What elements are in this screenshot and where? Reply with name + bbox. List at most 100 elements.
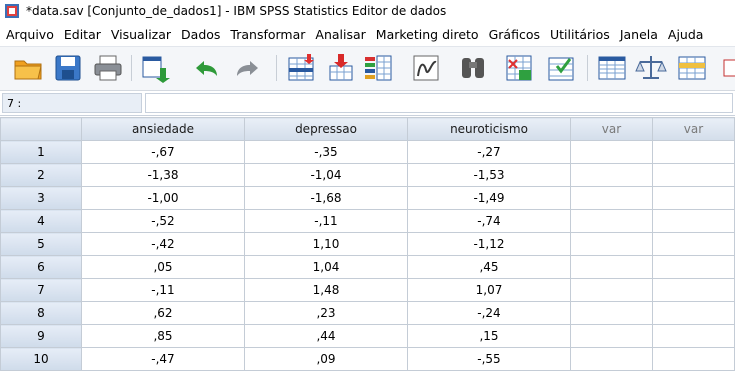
column-header-var[interactable]: var [652, 117, 735, 141]
cell-neuroticismo[interactable]: -1,49 [407, 186, 571, 210]
cell-depressao[interactable]: 1,48 [244, 278, 408, 302]
split-file-icon[interactable] [596, 52, 628, 84]
dialog-recall-icon[interactable] [140, 52, 172, 84]
cell-neuroticismo[interactable]: 1,07 [407, 278, 571, 302]
cell-empty[interactable] [652, 140, 735, 164]
row-header[interactable]: 10 [0, 347, 82, 371]
menu-dados[interactable]: Dados [181, 27, 220, 42]
cell-neuroticismo[interactable]: -,27 [407, 140, 571, 164]
cell-neuroticismo[interactable]: ,45 [407, 255, 571, 279]
column-header-ansiedade[interactable]: ansiedade [81, 117, 245, 141]
cell-empty[interactable] [652, 186, 735, 210]
row-header[interactable]: 5 [0, 232, 82, 256]
cell-empty[interactable] [570, 324, 653, 348]
cell-depressao[interactable]: -1,68 [244, 186, 408, 210]
cell-empty[interactable] [652, 347, 735, 371]
print-icon[interactable] [92, 52, 124, 84]
cell-neuroticismo[interactable]: -,55 [407, 347, 571, 371]
cell-neuroticismo[interactable]: ,15 [407, 324, 571, 348]
cell-empty[interactable] [570, 163, 653, 187]
cell-depressao[interactable]: -1,04 [244, 163, 408, 187]
table-row: 7 -,11 1,48 1,07 [0, 278, 735, 302]
row-header[interactable]: 8 [0, 301, 82, 325]
cell-empty[interactable] [652, 255, 735, 279]
cell-neuroticismo[interactable]: -,74 [407, 209, 571, 233]
column-header-var[interactable]: var [570, 117, 653, 141]
cell-empty[interactable] [570, 140, 653, 164]
cell-ansiedade[interactable]: -,67 [81, 140, 245, 164]
cell-empty[interactable] [570, 301, 653, 325]
row-header[interactable]: 1 [0, 140, 82, 164]
cell-ansiedade[interactable]: -1,00 [81, 186, 245, 210]
cell-neuroticismo[interactable]: -,24 [407, 301, 571, 325]
menu-transformar[interactable]: Transformar [230, 27, 305, 42]
cell-empty[interactable] [570, 186, 653, 210]
cell-ansiedade[interactable]: -,47 [81, 347, 245, 371]
cell-ansiedade[interactable]: ,62 [81, 301, 245, 325]
window-title: *data.sav [Conjunto_de_dados1] - IBM SPS… [26, 4, 447, 18]
insert-cases-icon[interactable] [503, 52, 535, 84]
cell-empty[interactable] [652, 232, 735, 256]
cell-ansiedade[interactable]: ,85 [81, 324, 245, 348]
row-header[interactable]: 4 [0, 209, 82, 233]
cell-depressao[interactable]: ,44 [244, 324, 408, 348]
weight-cases-icon[interactable] [635, 52, 667, 84]
grid-corner[interactable] [0, 117, 82, 141]
find-icon[interactable] [457, 52, 489, 84]
row-header[interactable]: 2 [0, 163, 82, 187]
cell-depressao[interactable]: -,11 [244, 209, 408, 233]
cell-depressao[interactable]: 1,04 [244, 255, 408, 279]
cell-ansiedade[interactable]: -,11 [81, 278, 245, 302]
cell-ansiedade[interactable]: -,42 [81, 232, 245, 256]
save-icon[interactable] [52, 52, 84, 84]
menu-marketing-direto[interactable]: Marketing direto [376, 27, 479, 42]
cell-empty[interactable] [570, 347, 653, 371]
goto-case-icon[interactable] [285, 52, 317, 84]
menu-bar: Arquivo Editar Visualizar Dados Transfor… [0, 24, 735, 44]
cell-depressao[interactable]: ,23 [244, 301, 408, 325]
more-tools-icon[interactable] [720, 52, 735, 84]
cell-empty[interactable] [652, 278, 735, 302]
cell-depressao[interactable]: ,09 [244, 347, 408, 371]
menu-visualizar[interactable]: Visualizar [111, 27, 171, 42]
cell-empty[interactable] [570, 232, 653, 256]
insert-variable-icon[interactable] [545, 52, 577, 84]
row-header[interactable]: 7 [0, 278, 82, 302]
row-header[interactable]: 9 [0, 324, 82, 348]
cell-empty[interactable] [652, 324, 735, 348]
cell-empty[interactable] [652, 301, 735, 325]
menu-graficos[interactable]: Gráficos [489, 27, 540, 42]
menu-janela[interactable]: Janela [620, 27, 658, 42]
row-header[interactable]: 6 [0, 255, 82, 279]
cell-empty[interactable] [570, 209, 653, 233]
cell-ansiedade[interactable]: -1,38 [81, 163, 245, 187]
menu-analisar[interactable]: Analisar [315, 27, 365, 42]
cell-ansiedade[interactable]: -,52 [81, 209, 245, 233]
table-row: 6 ,05 1,04 ,45 [0, 255, 735, 279]
column-header-depressao[interactable]: depressao [244, 117, 408, 141]
cell-empty[interactable] [570, 278, 653, 302]
cell-value-input[interactable] [145, 93, 733, 113]
menu-ajuda[interactable]: Ajuda [668, 27, 704, 42]
cell-depressao[interactable]: -,35 [244, 140, 408, 164]
menu-utilitarios[interactable]: Utilitários [550, 27, 610, 42]
column-header-neuroticismo[interactable]: neuroticismo [407, 117, 571, 141]
cell-ansiedade[interactable]: ,05 [81, 255, 245, 279]
table-row: 5 -,42 1,10 -1,12 [0, 232, 735, 256]
redo-icon[interactable] [232, 52, 264, 84]
cell-empty[interactable] [652, 163, 735, 187]
goto-variable-icon[interactable] [325, 52, 357, 84]
menu-arquivo[interactable]: Arquivo [6, 27, 54, 42]
open-folder-icon[interactable] [12, 52, 44, 84]
undo-icon[interactable] [190, 52, 222, 84]
run-descriptives-icon[interactable] [410, 52, 442, 84]
cell-neuroticismo[interactable]: -1,12 [407, 232, 571, 256]
select-cases-icon[interactable] [676, 52, 708, 84]
menu-editar[interactable]: Editar [64, 27, 101, 42]
cell-empty[interactable] [570, 255, 653, 279]
cell-depressao[interactable]: 1,10 [244, 232, 408, 256]
cell-empty[interactable] [652, 209, 735, 233]
cell-neuroticismo[interactable]: -1,53 [407, 163, 571, 187]
variables-icon[interactable] [362, 52, 394, 84]
row-header[interactable]: 3 [0, 186, 82, 210]
